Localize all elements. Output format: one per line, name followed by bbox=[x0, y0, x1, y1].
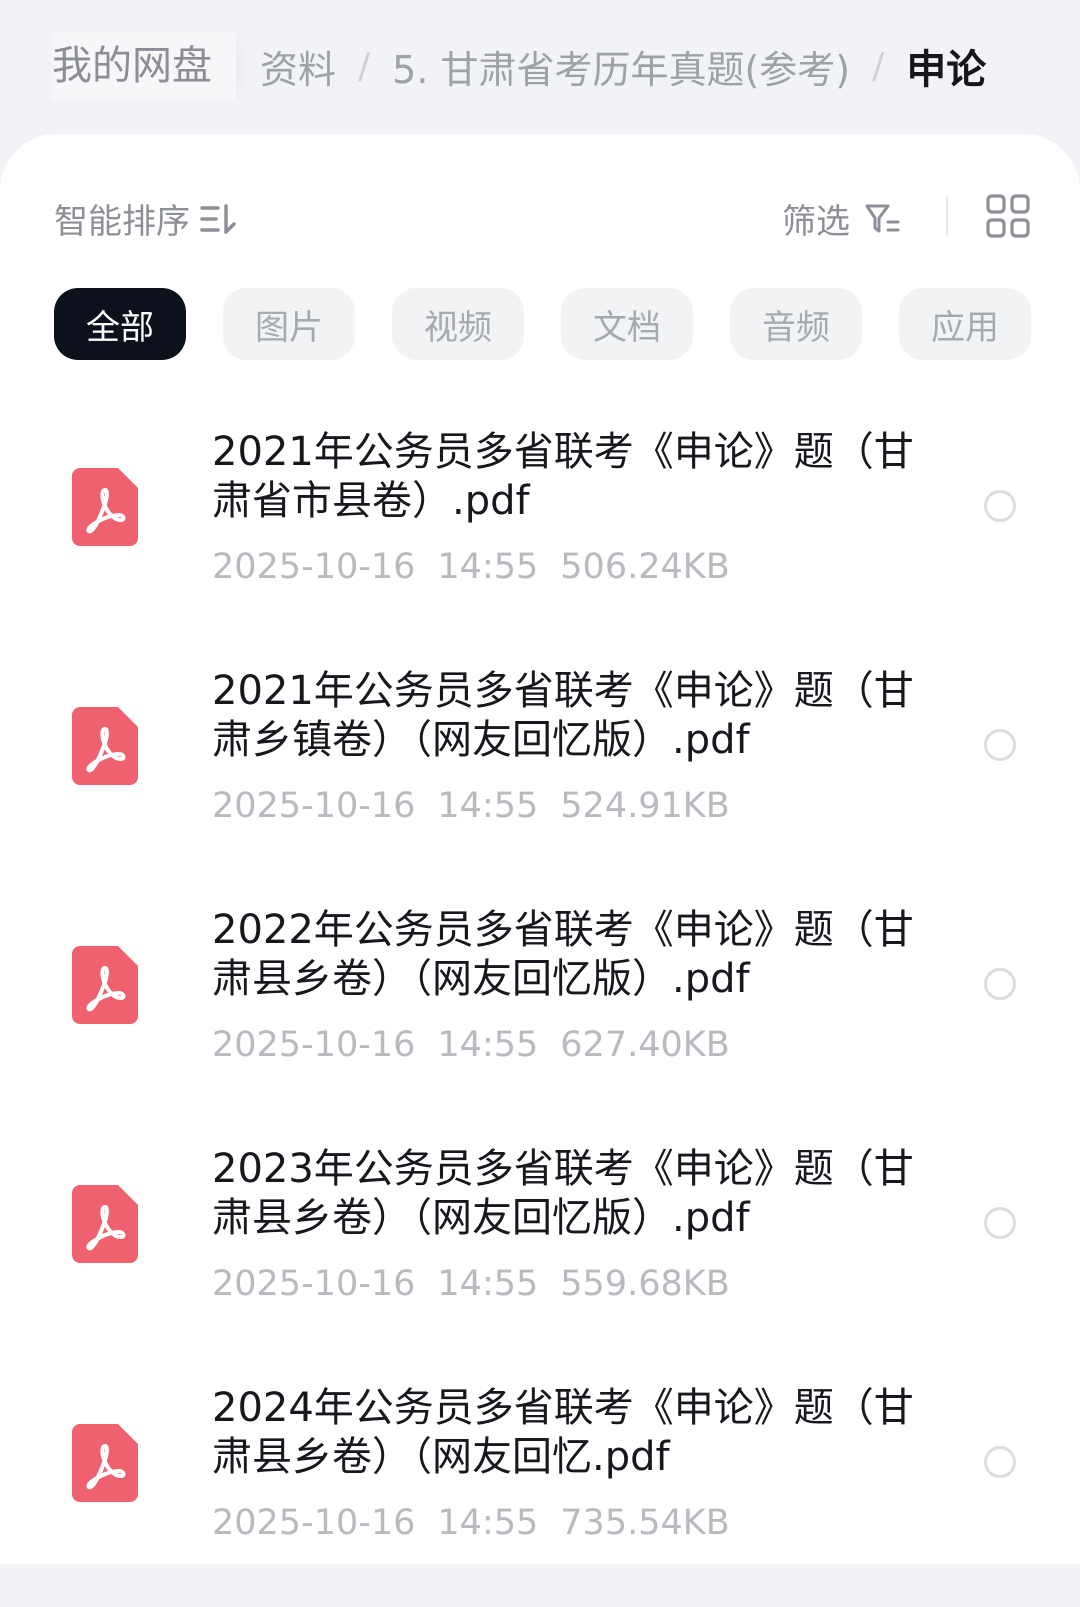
filter-funnel-icon bbox=[864, 202, 902, 236]
filter-button[interactable]: 筛选 bbox=[782, 194, 902, 243]
file-size: 735.54KB bbox=[560, 1503, 730, 1543]
file-list: 2021年公务员多省联考《申论》题（甘肃省市县卷）.pdf 2025-10-16… bbox=[0, 412, 1080, 1607]
select-radio[interactable] bbox=[984, 490, 1016, 522]
tab-audio[interactable]: 音频 bbox=[730, 288, 862, 360]
tab-videos[interactable]: 视频 bbox=[392, 288, 524, 360]
select-radio[interactable] bbox=[984, 968, 1016, 1000]
file-date: 2025-10-16 bbox=[212, 1503, 416, 1543]
pdf-icon bbox=[72, 468, 138, 546]
file-date: 2025-10-16 bbox=[212, 547, 416, 587]
file-item[interactable]: 2022年公务员多省联考《申论》题（甘肃县乡卷）（网友回忆版）.pdf 2025… bbox=[0, 890, 1080, 1129]
file-name: 2023年公务员多省联考《申论》题（甘肃县乡卷）（网友回忆版）.pdf bbox=[212, 1146, 914, 1241]
file-time: 14:55 bbox=[437, 547, 539, 587]
tab-images[interactable]: 图片 bbox=[223, 288, 355, 360]
file-name: 2024年公务员多省联考《申论》题（甘肃县乡卷）（网友回忆.pdf bbox=[212, 1385, 914, 1480]
file-meta: 2025-10-16 14:55 506.24KB bbox=[212, 547, 730, 587]
file-time: 14:55 bbox=[437, 1503, 539, 1543]
file-meta: 2025-10-16 14:55 559.68KB bbox=[212, 1264, 730, 1304]
pdf-icon bbox=[72, 946, 138, 1024]
breadcrumb-root[interactable]: 我的网盘 bbox=[52, 31, 236, 101]
file-size: 559.68KB bbox=[560, 1264, 730, 1304]
pdf-icon bbox=[72, 1424, 138, 1502]
file-item[interactable]: 2021年公务员多省联考《申论》题（甘肃省市县卷）.pdf 2025-10-16… bbox=[0, 412, 1080, 651]
file-date: 2025-10-16 bbox=[212, 1025, 416, 1065]
select-radio[interactable] bbox=[984, 729, 1016, 761]
sort-button[interactable]: 智能排序 bbox=[54, 194, 240, 243]
breadcrumb: 我的网盘 资料 / 5. 甘肃省考历年真题(参考) / 申论 bbox=[0, 0, 1080, 132]
file-size: 506.24KB bbox=[560, 547, 730, 587]
file-item[interactable]: 2024年公务员多省联考《申论》题（甘肃县乡卷）（网友回忆.pdf 2025-1… bbox=[0, 1368, 1080, 1607]
filter-label: 筛选 bbox=[782, 202, 850, 242]
sort-label: 智能排序 bbox=[54, 202, 190, 242]
file-name: 2021年公务员多省联考《申论》题（甘肃省市县卷）.pdf bbox=[212, 429, 914, 524]
sort-lines-icon bbox=[200, 202, 240, 236]
file-date: 2025-10-16 bbox=[212, 786, 416, 826]
breadcrumb-separator: / bbox=[872, 45, 885, 87]
toolbar-divider bbox=[946, 196, 948, 236]
file-meta: 2025-10-16 14:55 524.91KB bbox=[212, 786, 730, 826]
breadcrumb-folder[interactable]: 5. 甘肃省考历年真题(参考) bbox=[392, 39, 850, 94]
tab-documents[interactable]: 文档 bbox=[561, 288, 693, 360]
file-time: 14:55 bbox=[437, 1025, 539, 1065]
breadcrumb-truncated-item[interactable]: 资料 bbox=[260, 48, 336, 92]
breadcrumb-current: 申论 bbox=[906, 47, 987, 93]
file-name: 2022年公务员多省联考《申论》题（甘肃县乡卷）（网友回忆版）.pdf bbox=[212, 907, 914, 1002]
select-radio[interactable] bbox=[984, 1446, 1016, 1478]
pdf-icon bbox=[72, 707, 138, 785]
tab-all[interactable]: 全部 bbox=[54, 288, 186, 360]
tab-apps[interactable]: 应用 bbox=[899, 288, 1031, 360]
file-item[interactable]: 2023年公务员多省联考《申论》题（甘肃县乡卷）（网友回忆版）.pdf 2025… bbox=[0, 1129, 1080, 1368]
select-radio[interactable] bbox=[984, 1207, 1016, 1239]
category-tabs: 全部 图片 视频 文档 音频 应用 bbox=[54, 288, 1031, 360]
file-item[interactable]: 2021年公务员多省联考《申论》题（甘肃乡镇卷）（网友回忆版）.pdf 2025… bbox=[0, 651, 1080, 890]
breadcrumb-separator: / bbox=[358, 45, 371, 87]
file-name: 2021年公务员多省联考《申论》题（甘肃乡镇卷）（网友回忆版）.pdf bbox=[212, 668, 914, 763]
file-size: 524.91KB bbox=[560, 786, 730, 826]
pdf-icon bbox=[72, 1185, 138, 1263]
toolbar: 智能排序 筛选 bbox=[0, 134, 1080, 294]
file-browser-card: 智能排序 筛选 全部 图片 视频 文档 音频 应用 2021年公务员多省联考《申… bbox=[0, 134, 1080, 1564]
breadcrumb-truncated-wrapper: 资料 bbox=[236, 39, 336, 94]
file-size: 627.40KB bbox=[560, 1025, 730, 1065]
file-meta: 2025-10-16 14:55 627.40KB bbox=[212, 1025, 730, 1065]
file-meta: 2025-10-16 14:55 735.54KB bbox=[212, 1503, 730, 1543]
file-time: 14:55 bbox=[437, 1264, 539, 1304]
grid-view-icon[interactable] bbox=[986, 194, 1030, 238]
file-date: 2025-10-16 bbox=[212, 1264, 416, 1304]
file-time: 14:55 bbox=[437, 786, 539, 826]
